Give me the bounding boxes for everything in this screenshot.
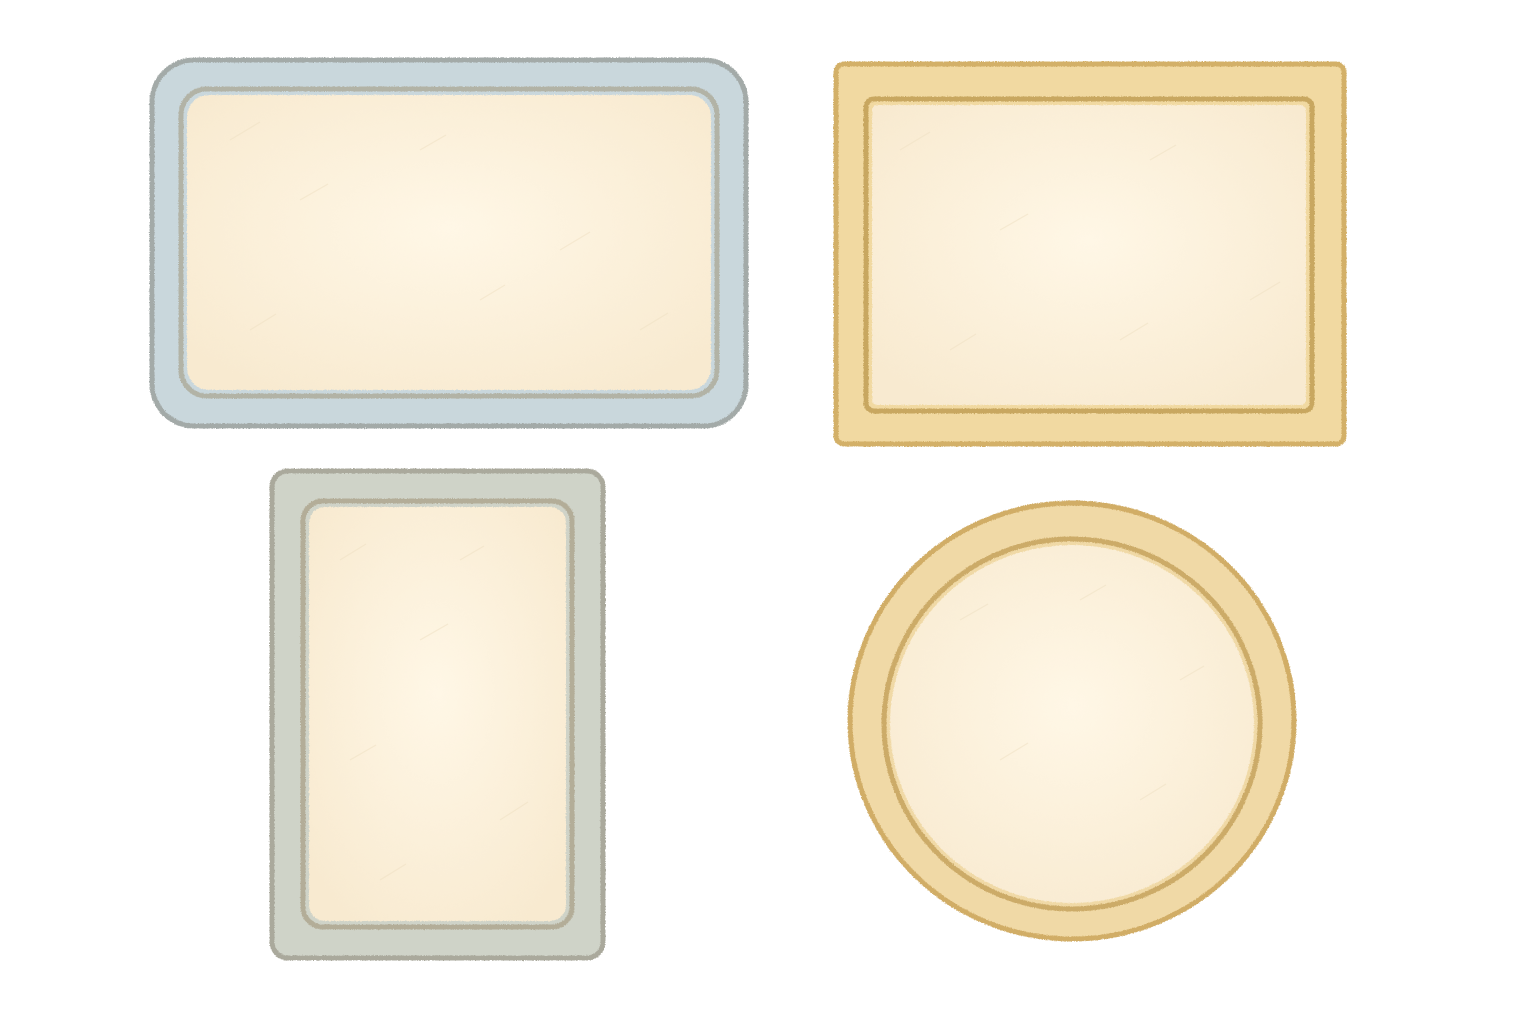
frame-gray-portrait: [269, 468, 606, 961]
frame-gold-circle: [847, 500, 1297, 942]
frame-gray-portrait-panel: [309, 507, 566, 921]
frames-illustration: [0, 0, 1536, 1024]
frame-gold-rectangle: [833, 61, 1347, 447]
frame-gold-rectangle-panel: [872, 105, 1306, 405]
frame-gold-circle-panel: [890, 545, 1254, 903]
frame-blue-rounded-panel: [187, 95, 711, 390]
frame-blue-rounded: [149, 57, 749, 429]
